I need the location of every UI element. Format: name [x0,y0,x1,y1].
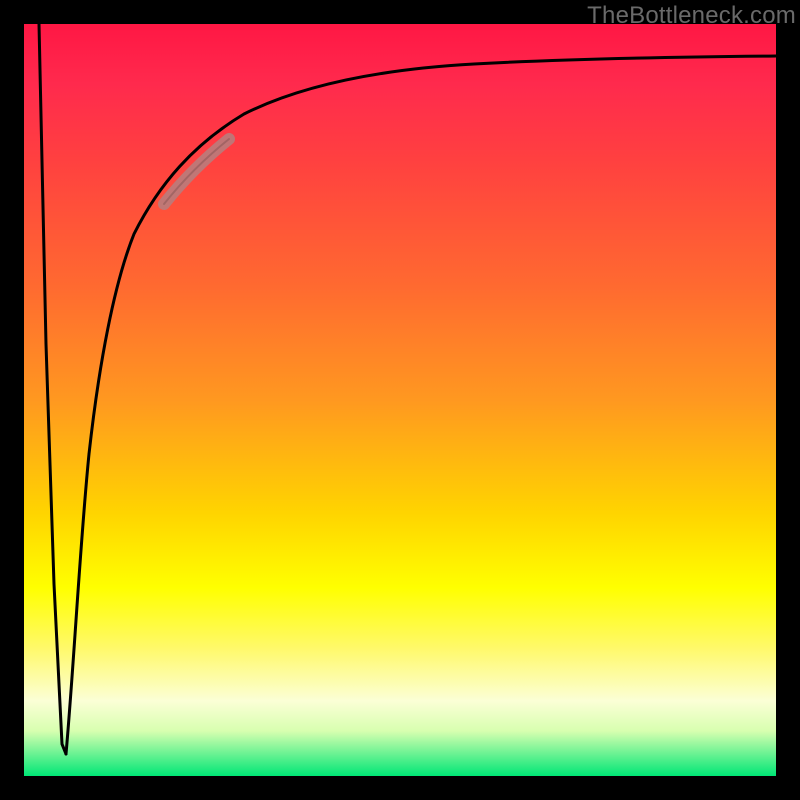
curve-main [66,56,776,754]
chart-svg [24,24,776,776]
chart-plot-area [24,24,776,776]
watermark-text: TheBottleneck.com [587,2,796,30]
curve-left-dip [39,24,66,754]
